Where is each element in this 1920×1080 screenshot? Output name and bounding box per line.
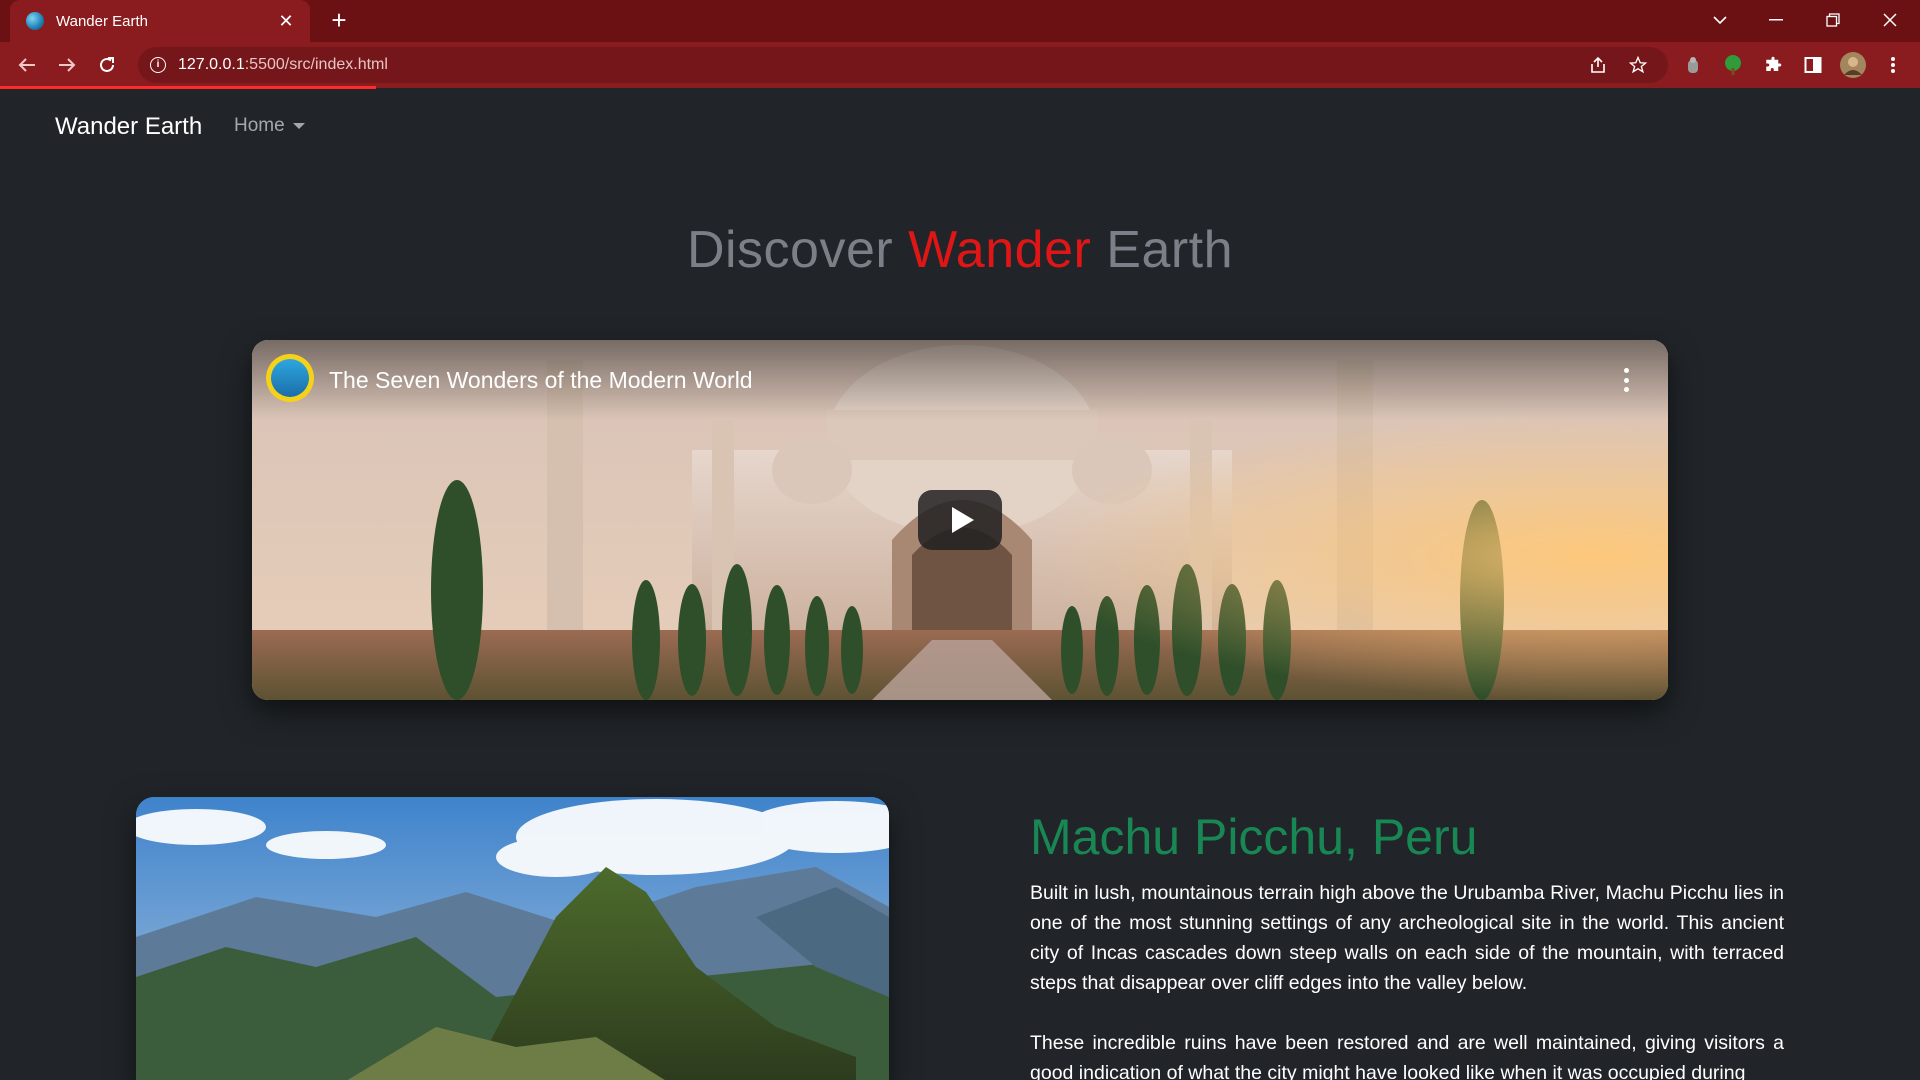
globe-favicon-icon — [26, 12, 44, 30]
address-bar[interactable]: i 127.0.0.1:5500/src/index.html — [138, 47, 1668, 83]
section-title: Machu Picchu, Peru — [1030, 809, 1478, 865]
browser-tab-strip: Wander Earth ✕ + — [0, 0, 1920, 42]
play-icon — [952, 507, 974, 533]
star-icon[interactable] — [1624, 51, 1652, 79]
hero-title-accent: Wander — [908, 221, 1092, 279]
forward-icon[interactable] — [52, 50, 82, 80]
home-label: Home — [234, 115, 285, 136]
hero-title: Discover Wander Earth — [0, 220, 1920, 280]
caret-down-icon — [292, 123, 305, 129]
extension-icon[interactable] — [1760, 52, 1786, 78]
browser-tab[interactable]: Wander Earth ✕ — [10, 0, 310, 42]
back-icon[interactable] — [12, 50, 42, 80]
machu-picchu-image — [136, 797, 889, 1080]
new-tab-button[interactable]: + — [324, 6, 354, 36]
url-text: 127.0.0.1:5500/src/index.html — [178, 56, 388, 74]
close-icon[interactable]: ✕ — [276, 11, 296, 32]
navbar-brand[interactable]: Wander Earth — [55, 113, 202, 141]
section-paragraph-1: Built in lush, mountainous terrain high … — [1030, 882, 1784, 994]
share-icon[interactable] — [1584, 51, 1612, 79]
close-window-button[interactable] — [1862, 0, 1918, 40]
section-text: Built in lush, mountainous terrain high … — [1030, 878, 1784, 1080]
browser-toolbar: i 127.0.0.1:5500/src/index.html — [0, 42, 1920, 88]
profile-avatar-icon[interactable] — [1840, 52, 1866, 78]
restore-button[interactable] — [1805, 0, 1861, 40]
video-title[interactable]: The Seven Wonders of the Modern World — [329, 367, 753, 394]
tab-title: Wander Earth — [56, 12, 148, 30]
extension-tree-icon[interactable] — [1720, 52, 1746, 78]
hero-title-prefix: Discover — [686, 221, 909, 279]
minimize-button[interactable] — [1748, 0, 1804, 40]
home-dropdown[interactable]: Home — [234, 115, 305, 137]
sidepanel-icon[interactable] — [1800, 52, 1826, 78]
url-path: :5500/src/index.html — [244, 56, 388, 73]
extension-grey-icon[interactable] — [1680, 52, 1706, 78]
video-more-icon[interactable] — [1622, 368, 1630, 392]
reload-icon[interactable] — [92, 50, 122, 80]
play-button[interactable] — [918, 490, 1002, 550]
info-icon[interactable]: i — [150, 57, 166, 73]
site-navbar: Wander Earth Home — [0, 89, 1920, 161]
section-paragraph-2: These incredible ruins have been restore… — [1030, 1032, 1784, 1080]
channel-logo-inner — [271, 359, 309, 397]
hero-title-suffix: Earth — [1091, 221, 1234, 279]
tab-search-button[interactable] — [1692, 0, 1748, 40]
url-host: 127.0.0.1 — [178, 56, 245, 73]
more-vert-icon[interactable] — [1880, 52, 1906, 78]
channel-logo[interactable] — [266, 354, 314, 402]
youtube-video-embed[interactable]: The Seven Wonders of the Modern World — [252, 340, 1668, 700]
